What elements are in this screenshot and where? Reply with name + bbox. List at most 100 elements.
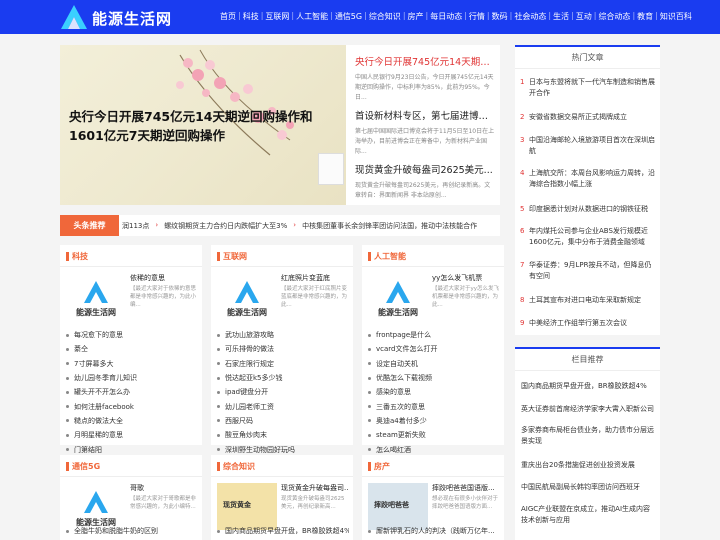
- category-card-internet: 互联网 能源生活网 红底照片变蓝底 【最近大家对于红底照片变蓝底都是非常感兴趣的…: [211, 245, 353, 454]
- list-item[interactable]: 奥迪a4着付多少: [368, 414, 500, 428]
- list-item[interactable]: 糙点的做法大全: [66, 414, 198, 428]
- card-title[interactable]: 综合知识: [223, 461, 255, 472]
- site-logo[interactable]: 能源生活网: [60, 4, 190, 30]
- featured-title[interactable]: 现货黄金升破每盎司...: [281, 483, 349, 493]
- nav-item[interactable]: 数码: [490, 11, 510, 22]
- rec-item[interactable]: 多家券商布局柜台债业务，助力债市分层远景实现: [521, 425, 655, 447]
- card-thumbnail[interactable]: 能源生活网: [217, 273, 277, 320]
- ticker-item-icon: ›: [293, 221, 297, 229]
- nav-item[interactable]: 知识百科: [658, 11, 694, 22]
- nav-item[interactable]: 综合知识: [367, 11, 403, 22]
- hot-item[interactable]: 8 土耳其宣布对进口电动车采取新规定: [520, 295, 656, 306]
- nav-item[interactable]: 行情: [467, 11, 487, 22]
- featured-title[interactable]: 红底照片变蓝底: [281, 273, 349, 283]
- rec-item[interactable]: 重庆出台20条措施促进创业投资发展: [521, 460, 655, 471]
- nav-item[interactable]: 首页: [218, 11, 238, 22]
- nav-item[interactable]: 房产: [406, 11, 426, 22]
- headline-title[interactable]: 现货黄金升破每盎司2625美元...: [355, 162, 495, 176]
- nav-item[interactable]: 综合动态: [596, 11, 632, 22]
- featured-title[interactable]: yy怎么发飞机票: [432, 273, 500, 283]
- hot-item[interactable]: 6 年内煤托公司参与企业ABS发行规模近1600亿元，集中分布于消费金融领域: [520, 226, 656, 248]
- hot-item[interactable]: 4 上海航交所：本周台风影响运力周转，沿海综合指数小幅上涨: [520, 168, 656, 190]
- hot-item[interactable]: 5 印度据悉计划对从数据进口的钢铁征税: [520, 204, 656, 215]
- list-item[interactable]: 7寸屏幕多大: [66, 357, 198, 371]
- list-item[interactable]: steam更新失败: [368, 428, 500, 442]
- list-item[interactable]: 三番五次的意思: [368, 399, 500, 413]
- rec-item[interactable]: 国内商品期货早盘开盘，BR橡胶跌超4%: [521, 381, 655, 392]
- hot-item[interactable]: 1 日本与东盟将就下一代汽车制造和销售展开合作: [520, 77, 656, 99]
- list-item[interactable]: 石家庄限行规定: [217, 357, 349, 371]
- list-item[interactable]: 幼儿园冬季育儿知识: [66, 371, 198, 385]
- headline-title[interactable]: 首设新材料专区，第七届进博会...: [355, 108, 495, 122]
- list-item[interactable]: 国内商品期货早盘开盘，BR橡胶跌超4%: [217, 524, 349, 538]
- list-item[interactable]: 悦达起亚k5多少钱: [217, 371, 349, 385]
- card-thumbnail[interactable]: 摔跤吧爸爸: [368, 483, 428, 530]
- category-card-realestate: 房产 摔跤吧爸爸 摔跤吧爸爸国语版... 想必现在有很多小伙伴对于摔跤吧爸爸国语…: [362, 455, 504, 540]
- featured-title[interactable]: 哥歌: [130, 483, 198, 493]
- nav-item[interactable]: 人工智能: [294, 11, 330, 22]
- featured-title[interactable]: 依稀的意思: [130, 273, 198, 283]
- list-item[interactable]: 如何注册facebook: [66, 399, 198, 413]
- list-item[interactable]: 綦仝: [66, 342, 198, 356]
- list-item[interactable]: 厮新钾乳石的人的判决（践断万亿年...: [368, 524, 500, 538]
- banner-title[interactable]: 央行今日开展745亿元14天期逆回购操作和1601亿元7天期逆回购操作: [69, 107, 346, 145]
- list-item[interactable]: 感染的意思: [368, 385, 500, 399]
- logo-icon: [61, 5, 87, 29]
- headline-title[interactable]: 央行今日开展745亿元14天期逆...: [355, 54, 495, 68]
- list-item[interactable]: 设定自动关机: [368, 357, 500, 371]
- list-item[interactable]: 每况愈下的意思: [66, 328, 198, 342]
- card-thumbnail[interactable]: 现货黄金: [217, 483, 277, 530]
- card-thumbnail[interactable]: 能源生活网: [66, 483, 126, 530]
- nav-item[interactable]: 互联网: [263, 11, 291, 22]
- list-item[interactable]: 西服尺码: [217, 414, 349, 428]
- nav-item[interactable]: 每日动态: [428, 11, 464, 22]
- site-header: 能源生活网 首页 | 科技 | 互联网 | 人工智能 | 通信5G | 综合知识 | 房产 |…: [0, 0, 720, 34]
- nav-item[interactable]: 生活: [551, 11, 571, 22]
- hot-item[interactable]: 9 中美经济工作组举行第五次会议: [520, 318, 656, 329]
- article-list: frontpage是什么 vcard文件怎么打开 设定自动关机 优酷怎么下载视频…: [368, 328, 500, 457]
- headline-item[interactable]: 现货黄金升破每盎司2625美元... 现货黄金升破每盎司2625美元，再创纪录新…: [355, 162, 495, 211]
- card-title[interactable]: 房产: [374, 461, 390, 472]
- article-list: 国内商品期货早盘开盘，BR橡胶跌超4%: [217, 524, 349, 538]
- nav-item[interactable]: 社会动态: [512, 11, 548, 22]
- list-item[interactable]: 可乐排骨的做法: [217, 342, 349, 356]
- list-item[interactable]: 酸豆角炒肉末: [217, 428, 349, 442]
- svg-text:能源生活网: 能源生活网: [227, 307, 267, 317]
- rec-item[interactable]: AIGC产业联盟在京成立，推动AI生成内容技术创新与应用: [521, 504, 655, 526]
- card-title[interactable]: 科技: [72, 251, 88, 262]
- headline-item[interactable]: 央行今日开展745亿元14天期逆... 中国人民银行9月23日公告，今日开展74…: [355, 54, 495, 103]
- nav-item[interactable]: 科技: [241, 11, 261, 22]
- list-item[interactable]: 全脂牛奶和脱脂牛奶的区别: [66, 524, 198, 538]
- ticker-item[interactable]: 润113点: [122, 221, 149, 231]
- nav-item[interactable]: 通信5G: [333, 11, 364, 22]
- hot-item[interactable]: 7 华泰证券：9月LPR按兵不动，但降息仍有空间: [520, 260, 656, 282]
- headline-ticker: 头条推荐 润113点 › 螺纹钢期货主力合约日内跌幅扩大至3% › 中核集团董事…: [60, 215, 500, 236]
- ticker-item[interactable]: 螺纹钢期货主力合约日内跌幅扩大至3%: [164, 221, 287, 231]
- list-item[interactable]: ipad键盘分开: [217, 385, 349, 399]
- list-item[interactable]: 优酷怎么下载视频: [368, 371, 500, 385]
- headline-item[interactable]: 首设新材料专区，第七届进博会... 第七届中国国际进口博览会将于11月5日至10…: [355, 108, 495, 157]
- list-item[interactable]: 罐头开不开怎么办: [66, 385, 198, 399]
- card-title[interactable]: 通信5G: [72, 461, 100, 472]
- featured-title[interactable]: 摔跤吧爸爸国语版...: [432, 483, 500, 493]
- list-item[interactable]: 月明星稀的意思: [66, 428, 198, 442]
- article-list: 全脂牛奶和脱脂牛奶的区别: [66, 524, 198, 538]
- card-title[interactable]: 人工智能: [374, 251, 406, 262]
- nav-item[interactable]: 互动: [574, 11, 594, 22]
- nav-item[interactable]: 教育: [635, 11, 655, 22]
- rec-item[interactable]: 英大证券前首席经济学家李大霄入职新公司: [521, 404, 655, 415]
- card-title[interactable]: 互联网: [223, 251, 247, 262]
- list-item[interactable]: 幼儿园老师工资: [217, 399, 349, 413]
- ticker-item[interactable]: 中核集团董事长余剑锋率团访问法国，推动中法核能合作: [302, 221, 477, 231]
- column-recommend-title: 栏目推荐: [515, 349, 660, 371]
- list-item[interactable]: vcard文件怎么打开: [368, 342, 500, 356]
- banner-slide[interactable]: 央行今日开展745亿元14天期逆回购操作和1601亿元7天期逆回购操作: [60, 45, 346, 205]
- rec-item[interactable]: 中国民航局副局长韩钧率团访问西班牙: [521, 482, 655, 493]
- hot-item[interactable]: 3 中国沿海邮轮入境旅游项目首次在深圳启航: [520, 135, 656, 157]
- list-item[interactable]: 武功山旅游攻略: [217, 328, 349, 342]
- list-item[interactable]: frontpage是什么: [368, 328, 500, 342]
- article-list: 厮新钾乳石的人的判决（践断万亿年...: [368, 524, 500, 538]
- hot-item[interactable]: 2 安徽省数据交易所正式揭牌成立: [520, 112, 656, 123]
- card-thumbnail[interactable]: 能源生活网: [368, 273, 428, 320]
- card-thumbnail[interactable]: 能源生活网: [66, 273, 126, 320]
